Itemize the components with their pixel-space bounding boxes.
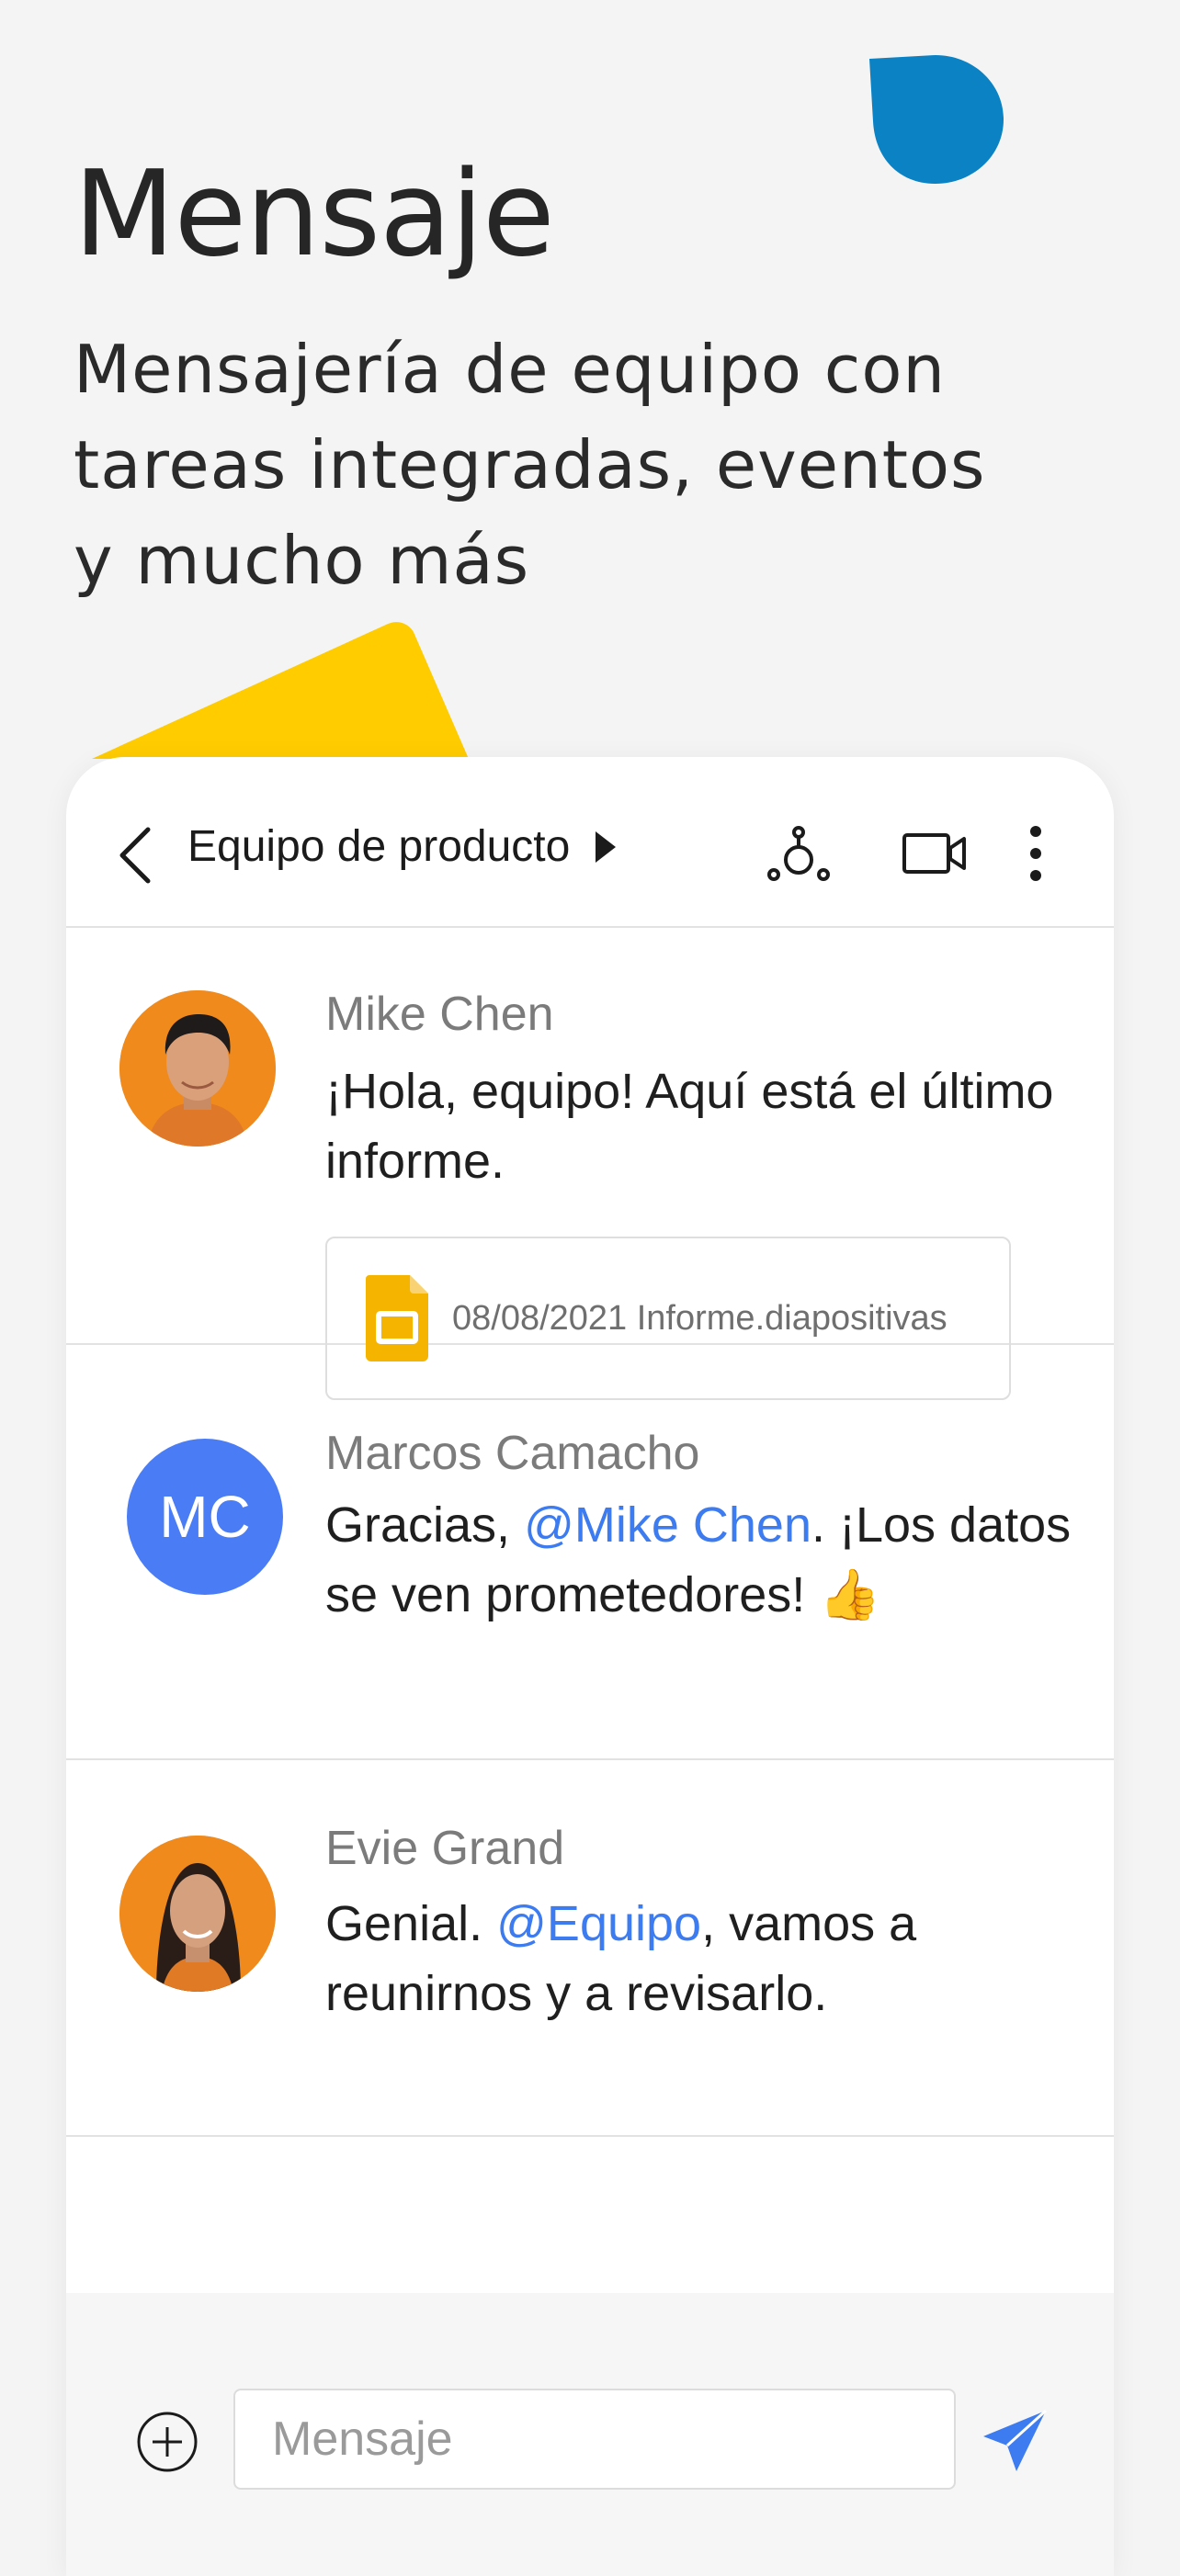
yellow-decoration xyxy=(92,622,469,759)
hero-title: Mensaje xyxy=(74,146,555,283)
video-call-button[interactable] xyxy=(893,812,976,895)
chevron-left-icon xyxy=(119,827,151,884)
caret-right-icon xyxy=(596,830,617,863)
attachment-label: 08/08/2021 Informe.diapositivas xyxy=(452,1298,947,1338)
people-icon xyxy=(767,826,830,881)
video-camera-icon xyxy=(902,833,966,874)
chat-card: Equipo de producto Mike Chen ¡Hola, equi… xyxy=(66,757,1114,2576)
more-options-button[interactable] xyxy=(994,812,1077,895)
message-text-part: Gracias, xyxy=(325,1497,525,1553)
avatar[interactable] xyxy=(119,990,276,1147)
avatar[interactable] xyxy=(119,1836,276,1992)
sender-name: Marcos Camacho xyxy=(325,1427,700,1480)
avatar[interactable]: MC xyxy=(127,1439,283,1595)
avatar-initials: MC xyxy=(159,1484,251,1550)
plus-circle-icon[interactable] xyxy=(136,2411,199,2473)
person-photo-icon xyxy=(119,990,276,1147)
more-vertical-icon xyxy=(1030,826,1041,881)
chat-header: Equipo de producto xyxy=(66,757,1114,928)
back-button[interactable] xyxy=(103,814,167,897)
mention-link[interactable]: @Equipo xyxy=(496,1896,701,1951)
message-input[interactable] xyxy=(233,2389,956,2490)
members-button[interactable] xyxy=(757,812,840,895)
conversation-title-text: Equipo de producto xyxy=(187,822,571,871)
conversation-title[interactable]: Equipo de producto xyxy=(187,821,618,872)
message-text: Gracias, @Mike Chen. ¡Los datos se ven p… xyxy=(325,1490,1079,1630)
message-item: Evie Grand Genial. @Equipo, vamos a reun… xyxy=(66,1760,1114,2137)
hero-subtitle-line: y mucho más xyxy=(74,522,530,599)
message-composer xyxy=(66,2293,1114,2576)
hero-subtitle-line: tareas integradas, eventos xyxy=(74,426,986,503)
message-item: MC Marcos Camacho Gracias, @Mike Chen. ¡… xyxy=(66,1345,1114,1760)
mention-link[interactable]: @Mike Chen xyxy=(524,1497,811,1553)
blue-decoration xyxy=(869,55,1004,184)
sender-name: Mike Chen xyxy=(325,988,554,1041)
message-text-part: Genial. xyxy=(325,1896,497,1951)
send-icon[interactable] xyxy=(980,2407,1050,2477)
message-item: Mike Chen ¡Hola, equipo! Aquí está el úl… xyxy=(66,928,1114,1400)
hero-subtitle: Mensajería de equipo con tareas integrad… xyxy=(74,322,1121,608)
message-text: Genial. @Equipo, vamos a reunirnos y a r… xyxy=(325,1889,1079,2028)
message-text: ¡Hola, equipo! Aquí está el último infor… xyxy=(325,1064,1054,1189)
hero-subtitle-line: Mensajería de equipo con xyxy=(74,331,947,408)
sender-name: Evie Grand xyxy=(325,1822,565,1875)
person-photo-icon xyxy=(119,1836,276,1992)
